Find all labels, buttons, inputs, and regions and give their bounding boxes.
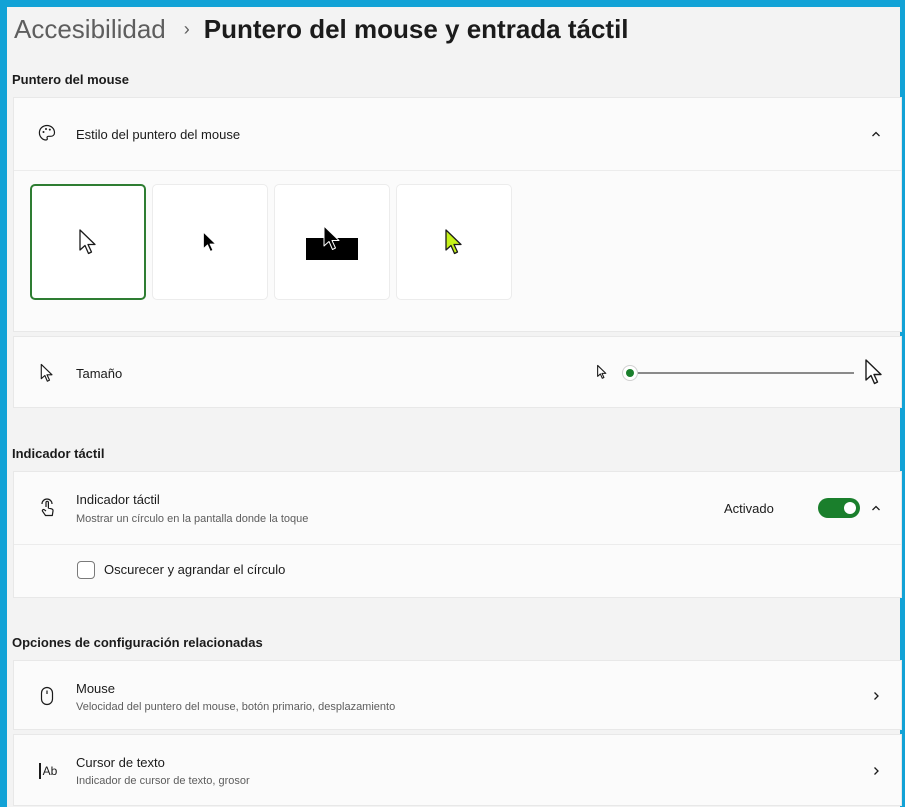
related-mouse-row[interactable]: Mouse Velocidad del puntero del mouse, b… <box>13 660 902 730</box>
pointer-style-header[interactable]: Estilo del puntero del mouse <box>14 98 901 170</box>
custom-color-pointer-icon <box>445 229 462 255</box>
breadcrumb-separator: › <box>183 19 190 39</box>
chevron-right-icon <box>869 689 883 703</box>
divider <box>14 170 901 171</box>
inverted-pointer-icon <box>306 225 358 260</box>
darken-enlarge-checkbox[interactable] <box>77 561 95 579</box>
screenshot-frame-top <box>0 0 905 7</box>
touch-indicator-header[interactable]: Indicador táctil Mostrar un círculo en l… <box>14 472 901 544</box>
chevron-up-icon[interactable] <box>869 127 883 141</box>
touch-indicator-toggle[interactable] <box>818 498 860 518</box>
pointer-size-title: Tamaño <box>76 366 123 381</box>
section-heading-touch-indicator: Indicador táctil <box>12 446 105 461</box>
black-pointer-icon <box>203 231 217 252</box>
pointer-style-black-option[interactable] <box>152 184 268 300</box>
pointer-icon <box>36 362 58 384</box>
related-text-cursor-title: Cursor de texto <box>76 755 165 770</box>
related-text-cursor-subtitle: Indicador de cursor de texto, grosor <box>76 775 250 787</box>
pointer-style-white-option[interactable] <box>30 184 146 300</box>
chevron-up-icon[interactable] <box>869 501 883 515</box>
mouse-icon <box>36 685 58 707</box>
toggle-state-label: Activado <box>724 501 774 516</box>
touch-icon <box>36 497 58 519</box>
slider-thumb[interactable] <box>622 365 638 381</box>
pointer-style-title: Estilo del puntero del mouse <box>76 127 241 142</box>
related-mouse-title: Mouse <box>76 681 116 696</box>
divider <box>14 544 901 545</box>
palette-icon <box>36 122 58 144</box>
small-pointer-icon <box>596 364 608 385</box>
pointer-size-card: Tamaño <box>13 336 902 408</box>
pointer-style-inverted-option[interactable] <box>274 184 390 300</box>
touch-indicator-title: Indicador táctil <box>76 492 160 507</box>
related-text-cursor-row[interactable]: Ab Cursor de texto Indicador de cursor d… <box>13 734 902 806</box>
screenshot-frame-left <box>0 0 7 807</box>
slider-track <box>630 372 854 374</box>
breadcrumb: Accesibilidad › Puntero del mouse y entr… <box>14 14 629 45</box>
pointer-size-slider[interactable] <box>622 361 854 385</box>
text-cursor-icon: Ab <box>34 760 62 782</box>
section-heading-related: Opciones de configuración relacionadas <box>12 635 263 650</box>
touch-indicator-card: Indicador táctil Mostrar un círculo en l… <box>13 471 902 598</box>
breadcrumb-parent[interactable]: Accesibilidad <box>14 14 166 45</box>
section-heading-mouse-pointer: Puntero del mouse <box>12 72 130 87</box>
toggle-knob <box>844 502 856 514</box>
pointer-style-custom-option[interactable] <box>396 184 512 300</box>
related-mouse-subtitle: Velocidad del puntero del mouse, botón p… <box>76 701 396 713</box>
large-pointer-icon <box>863 357 885 392</box>
darken-enlarge-checkbox-label[interactable]: Oscurecer y agrandar el círculo <box>104 562 285 577</box>
chevron-right-icon <box>869 764 883 778</box>
page-title: Puntero del mouse y entrada táctil <box>203 14 629 44</box>
white-pointer-icon <box>79 229 96 255</box>
touch-indicator-subtitle: Mostrar un círculo en la pantalla donde … <box>76 513 309 525</box>
